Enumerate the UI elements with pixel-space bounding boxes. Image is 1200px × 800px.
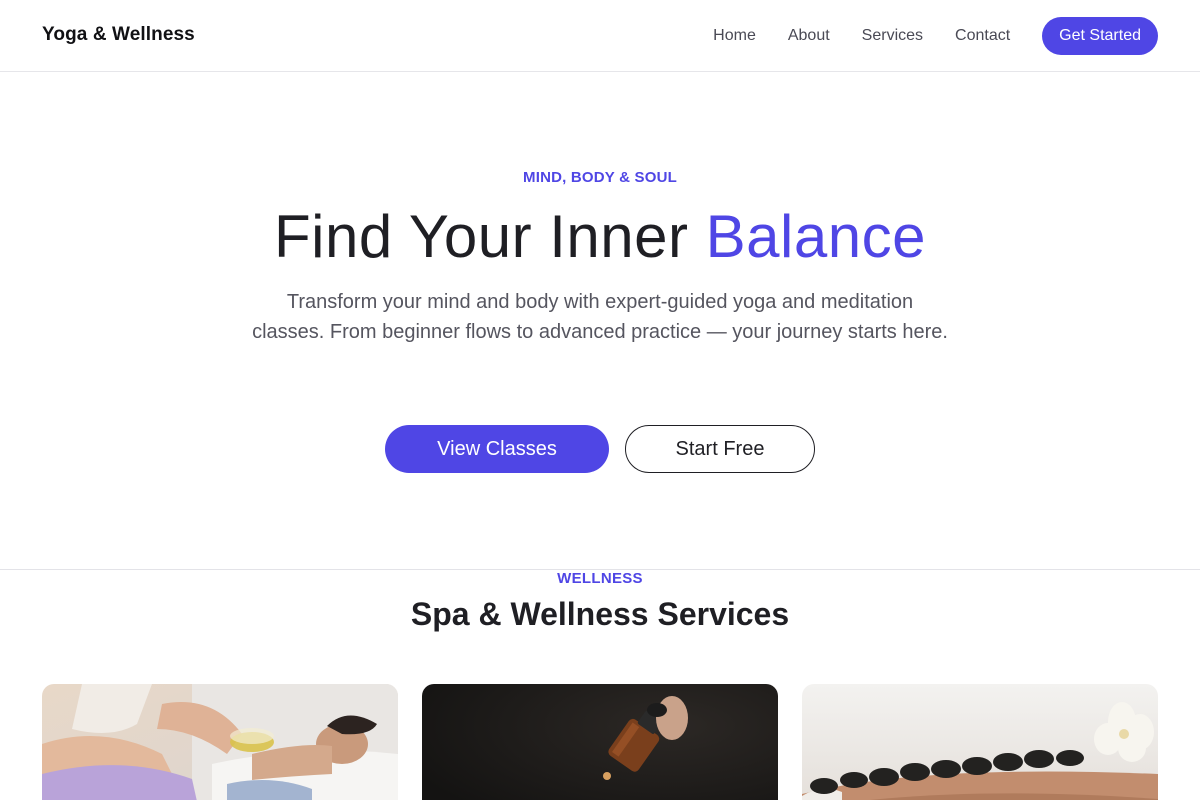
- massage-oil-photo: [42, 684, 398, 800]
- main-nav: Home About Services Contact Get Started: [713, 17, 1158, 55]
- hero-cta-row: View Classes Start Free: [0, 425, 1200, 473]
- view-classes-button[interactable]: View Classes: [385, 425, 609, 473]
- hero-section: MIND, BODY & SOUL Find Your Inner Balanc…: [0, 73, 1200, 569]
- service-card-massage[interactable]: [42, 684, 398, 800]
- hero-description: Transform your mind and body with expert…: [252, 291, 948, 343]
- brand-logo[interactable]: Yoga & Wellness: [42, 24, 195, 46]
- start-free-button[interactable]: Start Free: [625, 425, 815, 473]
- services-title: Spa & Wellness Services: [410, 596, 790, 632]
- services-eyebrow: WELLNESS: [557, 570, 643, 587]
- hero-eyebrow: MIND, BODY & SOUL: [523, 169, 677, 186]
- hot-stone-massage-photo: [802, 684, 1158, 800]
- service-card-hot-stone[interactable]: [802, 684, 1158, 800]
- service-card-aromatherapy[interactable]: [422, 684, 778, 800]
- get-started-button[interactable]: Get Started: [1042, 17, 1158, 55]
- nav-contact[interactable]: Contact: [955, 17, 1010, 55]
- nav-services[interactable]: Services: [862, 17, 923, 55]
- headline-accent: Balance: [705, 203, 926, 270]
- site-header: Yoga & Wellness Home About Services Cont…: [0, 0, 1200, 72]
- nav-home[interactable]: Home: [713, 17, 756, 55]
- nav-about[interactable]: About: [788, 17, 830, 55]
- essential-oil-dropper-photo: [422, 684, 778, 800]
- headline-main: Find Your Inner: [274, 203, 706, 270]
- hero-headline: Find Your Inner Balance: [0, 201, 1200, 273]
